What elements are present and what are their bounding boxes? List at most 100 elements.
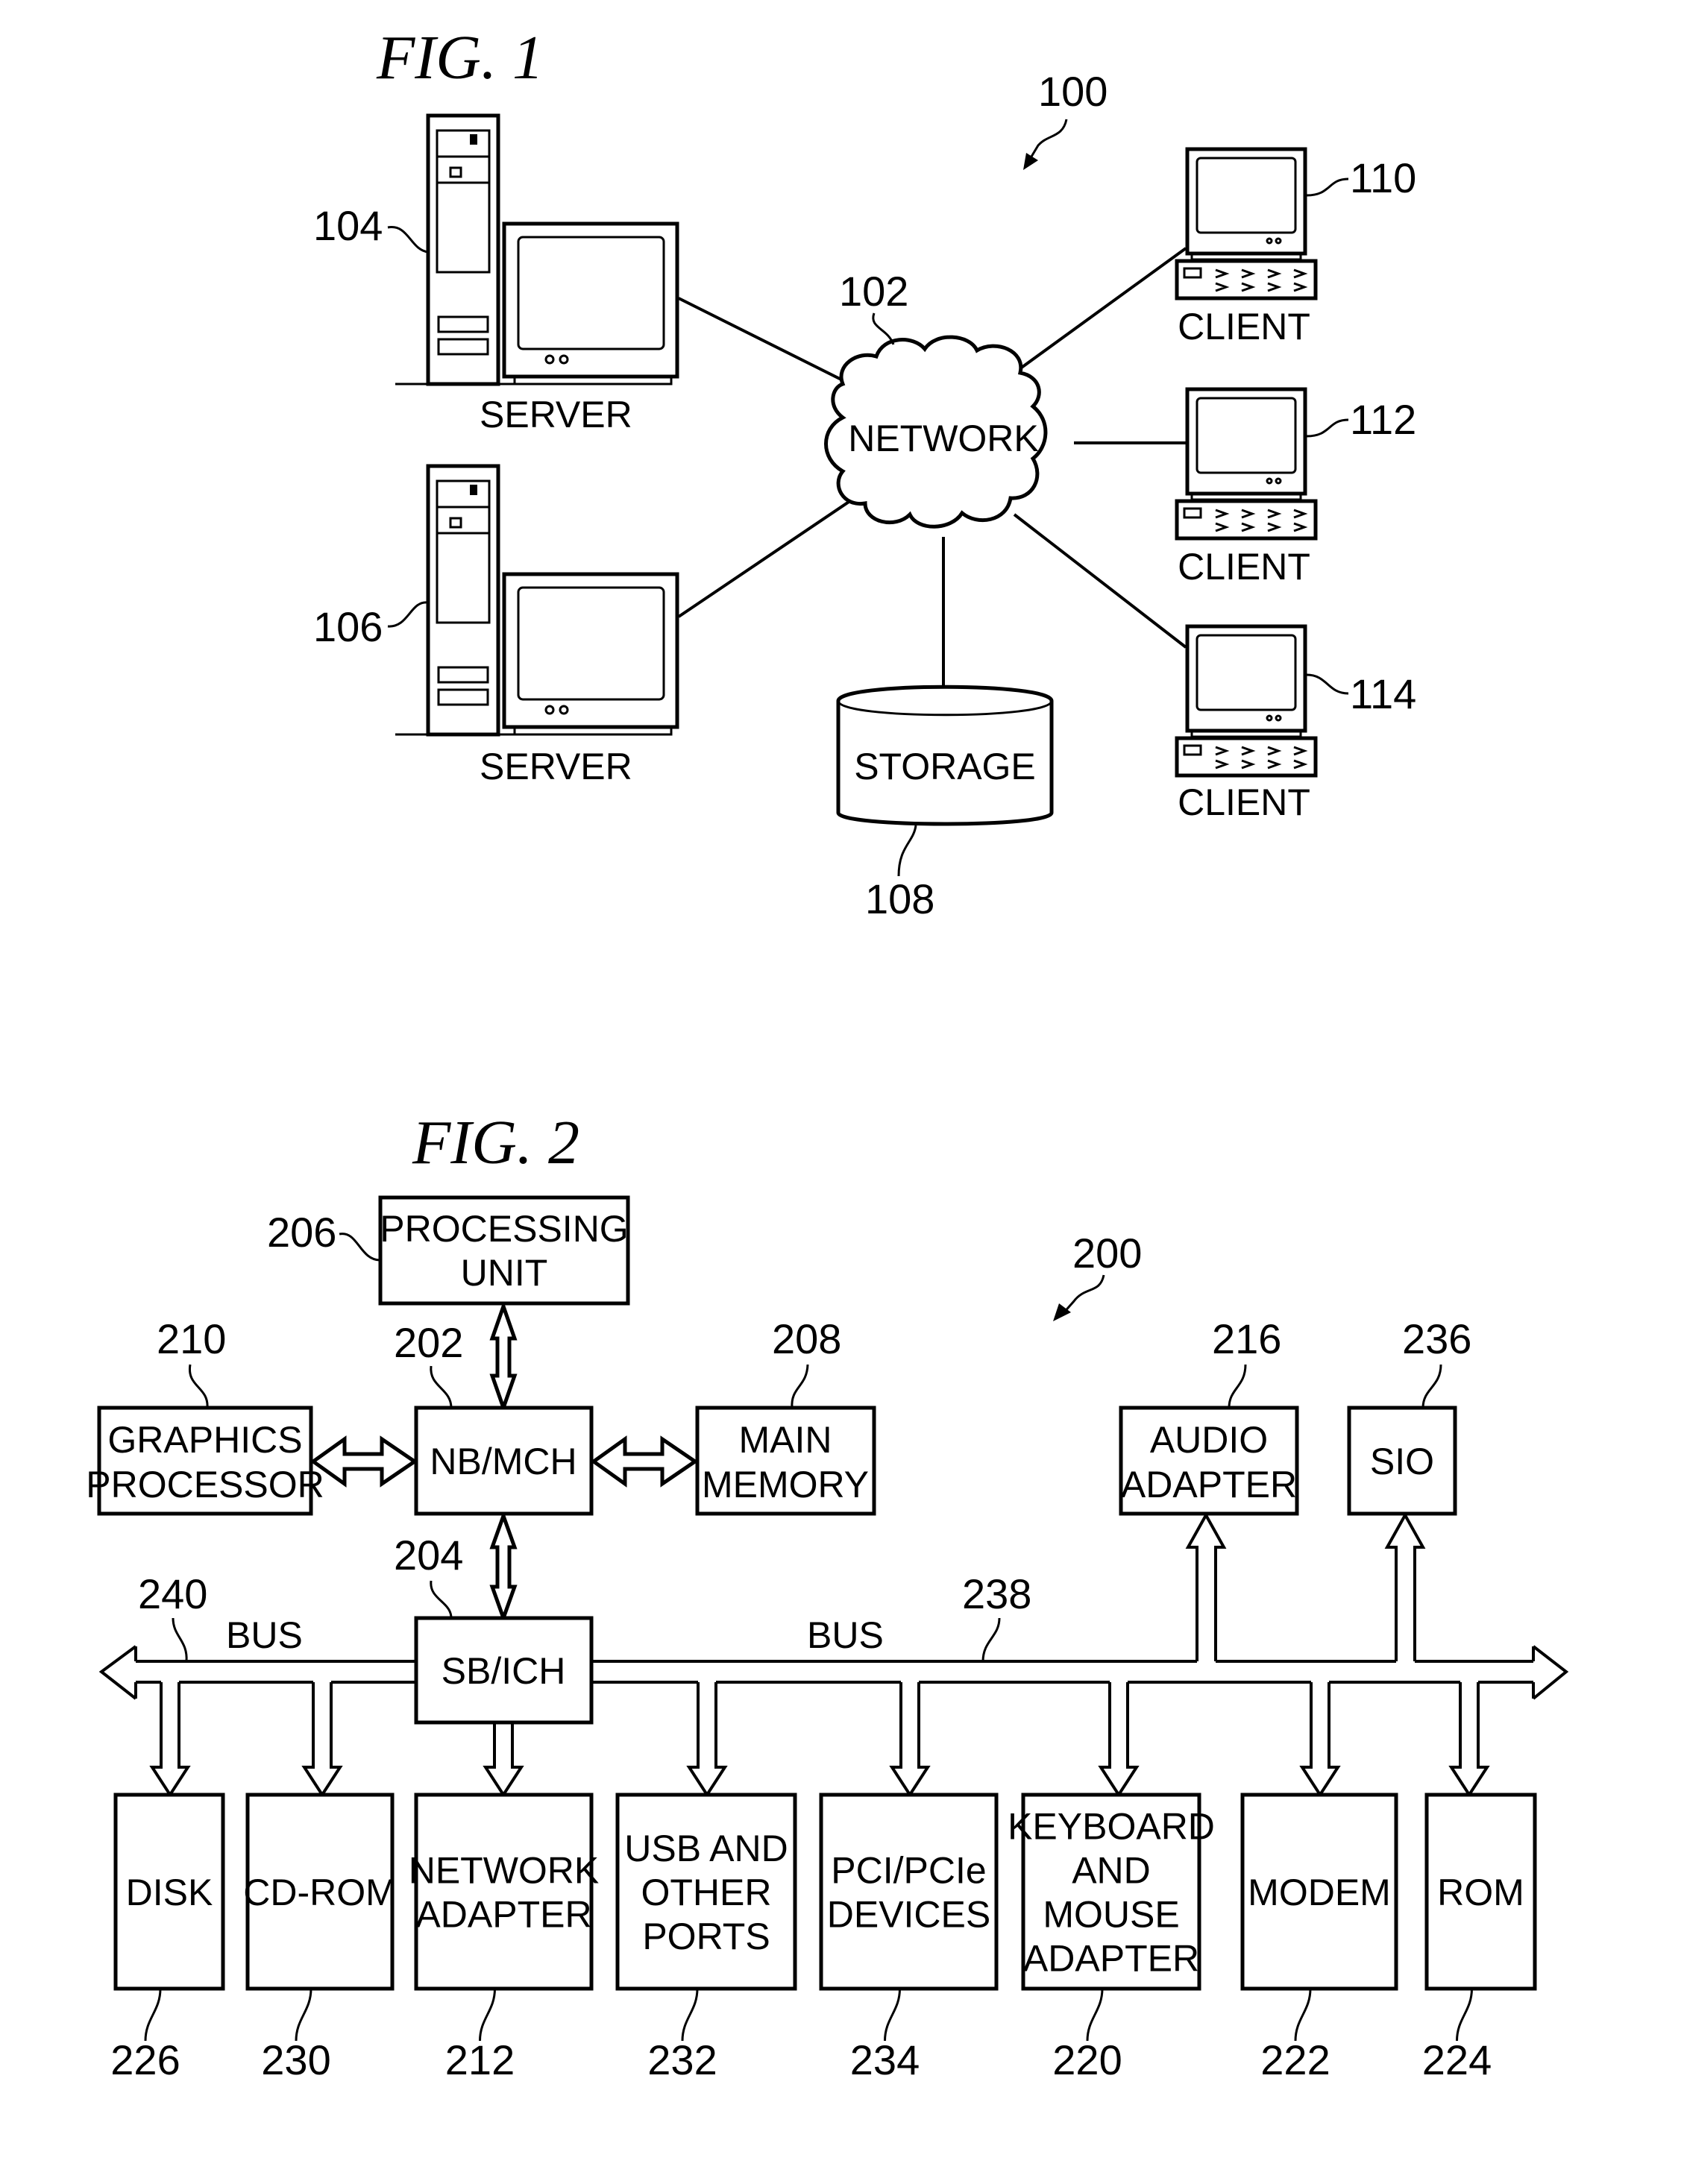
- client-112-label: CLIENT: [1178, 546, 1310, 588]
- audio-adapter: AUDIO ADAPTER 216: [1119, 1315, 1299, 1516]
- nb-mch-label: NB/MCH: [430, 1441, 576, 1482]
- client-computer-icon: [1175, 147, 1318, 300]
- ref-leader: [172, 1617, 188, 1662]
- ref-leader: [479, 1988, 496, 2042]
- client-114: CLIENT 114: [1175, 624, 1416, 823]
- ref-leader: [1456, 1988, 1473, 2042]
- ref-leader: [791, 1364, 809, 1409]
- system-ref-arrowhead-icon: [1023, 153, 1038, 170]
- client-112-ref: 112: [1350, 396, 1416, 443]
- main-memory-line-1: MAIN: [739, 1419, 832, 1461]
- device-ref: 226: [110, 2036, 180, 2083]
- device-ref: 220: [1052, 2036, 1122, 2083]
- device-row: DISK226CD-ROM230NETWORKADAPTER212USB AND…: [110, 1793, 1537, 2083]
- device-234: PCI/PCIeDEVICES 234: [819, 1793, 999, 2083]
- bus-right-arrowhead-icon: [1532, 1645, 1569, 1700]
- fig2-title: FIG. 2: [412, 1108, 579, 1177]
- device-label-line: PORTS: [642, 1916, 770, 1957]
- client-112: CLIENT 112: [1175, 387, 1416, 588]
- double-arrow-icon: [590, 1435, 699, 1488]
- server-104-ref: 104: [313, 202, 383, 249]
- bus-branch-sio: [1384, 1511, 1426, 1661]
- ref-leader: [430, 1580, 453, 1619]
- bus-branch-network-adapter: [483, 1722, 524, 1798]
- fig2-system-ref: 200: [1072, 1230, 1142, 1277]
- graphics-line-2: PROCESSOR: [86, 1464, 324, 1505]
- device-230: CD-ROM 230: [243, 1793, 397, 2083]
- device-box: [819, 1793, 999, 1991]
- device-220: KEYBOARDANDMOUSEADAPTER 220: [1008, 1793, 1215, 2083]
- ref-leader: [188, 1364, 209, 1409]
- ref-leader: [1306, 673, 1349, 695]
- device-224: ROM 224: [1422, 1793, 1537, 2083]
- device-ref: 230: [261, 2036, 330, 2083]
- bus-branch-disk: [149, 1682, 191, 1798]
- main-memory: MAIN MEMORY 208: [695, 1315, 876, 1516]
- link-server-106: [677, 494, 859, 618]
- bus-left-label: BUS: [226, 1614, 303, 1656]
- graphics-processor: GRAPHICS PROCESSOR 210: [86, 1315, 324, 1516]
- figure-2: FIG. 2 200 BUS 240 BUS 238 PROCESSING UN…: [86, 1108, 1569, 2083]
- network-102: NETWORK 102: [824, 268, 1048, 529]
- device-label-line: AND: [1072, 1850, 1151, 1892]
- bus-branch-keyboard: [1098, 1682, 1140, 1798]
- ref-leader: [339, 1233, 381, 1262]
- server-monitor-icon: [502, 572, 679, 736]
- server-106-ref: 106: [313, 603, 383, 650]
- sio-ref: 236: [1402, 1315, 1471, 1362]
- ref-leader: [430, 1365, 453, 1409]
- main-memory-line-2: MEMORY: [702, 1464, 869, 1505]
- main-memory-ref: 208: [772, 1315, 841, 1362]
- device-ref: 232: [647, 2036, 717, 2083]
- device-212: NETWORKADAPTER 212: [409, 1793, 600, 2083]
- ref-leader: [1228, 1364, 1247, 1409]
- device-label-line: NETWORK: [409, 1850, 600, 1892]
- ref-leader: [1306, 418, 1349, 438]
- bus-left-arrowhead-icon: [98, 1645, 137, 1700]
- server-monitor-icon: [502, 221, 679, 385]
- storage-108: STORAGE 108: [836, 685, 1054, 922]
- fig1-title: FIG. 1: [376, 23, 544, 92]
- device-label-line: MODEM: [1248, 1872, 1391, 1913]
- device-label-line: ADAPTER: [1023, 1938, 1199, 1980]
- double-arrow-icon: [489, 1510, 518, 1624]
- sb-ich: SB/ICH 204: [394, 1532, 594, 1725]
- processing-unit-ref: 206: [267, 1209, 336, 1256]
- link-client-110: [1013, 247, 1187, 374]
- device-ref: 212: [445, 2036, 515, 2083]
- system-ref-arrow-line: [1061, 1274, 1105, 1315]
- ref-leader: [295, 1988, 312, 2042]
- bus-branch-pci: [889, 1682, 931, 1798]
- bus-branch-audio: [1185, 1511, 1227, 1661]
- client-110: CLIENT 110: [1175, 147, 1416, 347]
- server-104: 104 SERVER: [313, 113, 679, 435]
- bus-right-label: BUS: [807, 1614, 884, 1656]
- link-client-114: [1013, 513, 1187, 649]
- audio-ref: 216: [1212, 1315, 1281, 1362]
- client-computer-icon: [1175, 387, 1318, 541]
- device-label-line: ADAPTER: [415, 1894, 591, 1936]
- ref-leader: [884, 1988, 901, 2042]
- system-ref-arrow-line: [1028, 119, 1068, 161]
- sb-ich-label: SB/ICH: [442, 1650, 566, 1692]
- audio-line-2: ADAPTER: [1121, 1464, 1297, 1505]
- device-ref: 222: [1260, 2036, 1330, 2083]
- bus-right-ref: 238: [962, 1570, 1031, 1617]
- fig1-system-ref: 100: [1038, 68, 1108, 115]
- nb-mch-ref: 202: [394, 1319, 463, 1366]
- device-label-line: CD-ROM: [243, 1872, 397, 1913]
- device-box: [414, 1793, 594, 1991]
- device-222: MODEM 222: [1240, 1793, 1398, 2083]
- patent-drawing: FIG. 1 100 104 SERVER 106 SERVER NETWORK…: [86, 23, 1569, 2083]
- ref-leader: [1294, 1988, 1312, 2042]
- client-110-label: CLIENT: [1178, 306, 1310, 347]
- ref-leader: [387, 226, 429, 254]
- figure-1: FIG. 1 100 104 SERVER 106 SERVER NETWORK…: [313, 23, 1416, 922]
- sio-label: SIO: [1370, 1441, 1434, 1482]
- double-arrow-icon: [310, 1435, 418, 1488]
- processing-unit-line-1: PROCESSING: [380, 1208, 628, 1250]
- processing-unit: PROCESSING UNIT 206: [267, 1195, 630, 1306]
- device-label-line: KEYBOARD: [1008, 1806, 1215, 1848]
- system-bus: BUS 240 BUS 238: [98, 1511, 1569, 1798]
- bus-branch-usb: [686, 1682, 728, 1798]
